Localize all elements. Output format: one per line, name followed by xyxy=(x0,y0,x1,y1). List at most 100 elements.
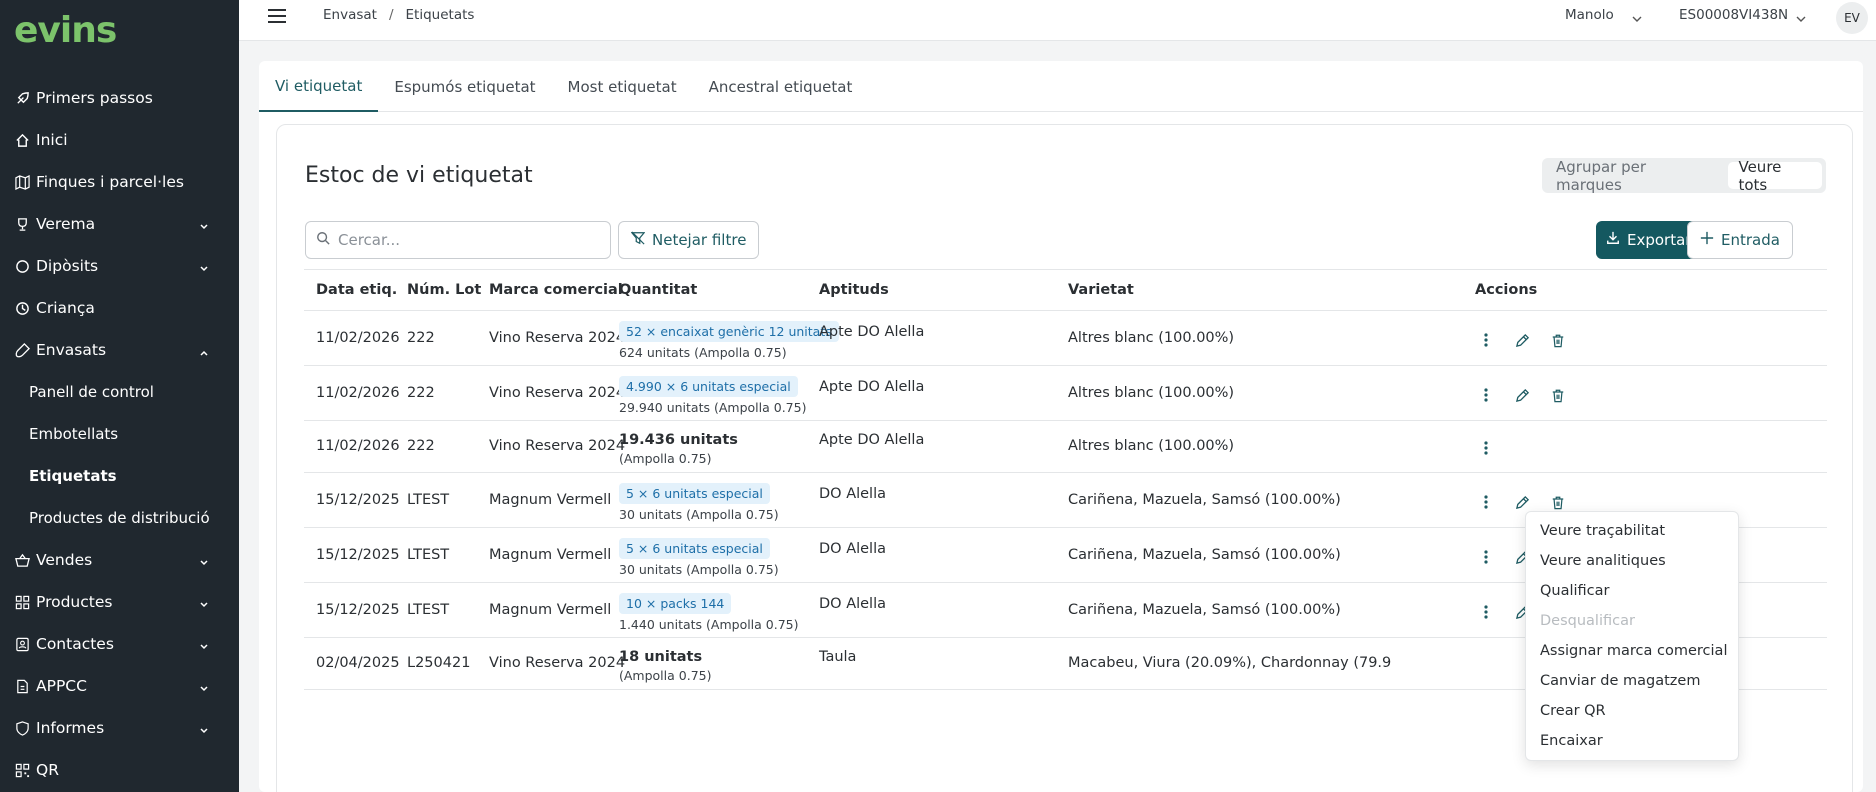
chevron-down-icon xyxy=(199,722,209,740)
menu-icon[interactable] xyxy=(267,7,287,29)
sidebar-item-inici[interactable]: Inici xyxy=(0,119,239,161)
cell-aptitude: Taula xyxy=(819,649,857,665)
evins-logo[interactable]: evins xyxy=(14,10,117,51)
cell-aptitude: Apte DO Alella xyxy=(819,379,925,395)
quantity-units: (Ampolla 0.75) xyxy=(619,451,712,466)
sidebar-subitem-panell[interactable]: Panell de control xyxy=(0,371,239,413)
sidebar-item-diposits[interactable]: Dipòsits xyxy=(0,245,239,287)
search-icon xyxy=(316,231,330,249)
row-actions-menu: Veure traçabilitat Veure analitiques Qua… xyxy=(1525,511,1739,761)
menu-item-create-qr[interactable]: Crear QR xyxy=(1526,696,1738,726)
sidebar-item-envasats[interactable]: Envasats xyxy=(0,329,239,371)
sidebar-subitem-etiquetats[interactable]: Etiquetats xyxy=(0,455,239,497)
delete-icon[interactable] xyxy=(1547,491,1569,513)
company-selector[interactable]: ES00008VI438N xyxy=(1679,7,1788,23)
sidebar-item-qr[interactable]: QR xyxy=(0,749,239,791)
export-button[interactable]: Exportar xyxy=(1596,221,1702,259)
col-aptitudes[interactable]: Aptituds xyxy=(819,282,889,298)
sidebar-item-label: Criança xyxy=(36,299,95,317)
sidebar-item-appcc[interactable]: APPCC xyxy=(0,665,239,707)
export-label: Exportar xyxy=(1627,231,1692,249)
quantity-chip: 4.990 × 6 unitats especial xyxy=(619,376,798,397)
plus-icon xyxy=(1700,231,1714,249)
sidebar-item-label: Verema xyxy=(36,215,96,233)
more-actions-icon[interactable] xyxy=(1475,329,1497,351)
col-brand[interactable]: Marca comercial xyxy=(489,282,623,298)
more-actions-icon[interactable] xyxy=(1475,601,1497,623)
cell-brand: Magnum Vermell xyxy=(489,547,612,563)
tab-vi-etiquetat[interactable]: Vi etiquetat xyxy=(259,61,379,112)
menu-item-change-warehouse[interactable]: Canviar de magatzem xyxy=(1526,666,1738,696)
chevron-down-icon[interactable] xyxy=(1631,10,1643,28)
avatar[interactable]: EV xyxy=(1836,2,1868,34)
table-row[interactable]: 11/02/2026 222 Vino Reserva 2024 52 × encai… xyxy=(304,311,1827,366)
delete-icon[interactable] xyxy=(1547,329,1569,351)
cell-quantity: 5 × 6 unitats especial 30 unitats (Ampoll… xyxy=(619,538,779,577)
sidebar-item-primers-passos[interactable]: Primers passos xyxy=(0,77,239,119)
add-entry-button[interactable]: Entrada xyxy=(1687,221,1793,259)
sidebar-item-vendes[interactable]: Vendes xyxy=(0,539,239,581)
more-actions-icon[interactable] xyxy=(1475,437,1497,459)
edit-icon[interactable] xyxy=(1511,491,1533,513)
sidebar-item-finques[interactable]: Finques i parcel·les xyxy=(0,161,239,203)
chevron-down-icon[interactable] xyxy=(1795,10,1807,28)
delete-icon[interactable] xyxy=(1547,384,1569,406)
view-all-button[interactable]: Veure tots xyxy=(1728,158,1822,194)
sidebar-item-label: Inici xyxy=(36,131,68,149)
breadcrumb-envasat[interactable]: Envasat xyxy=(323,7,377,23)
menu-item-box[interactable]: Encaixar xyxy=(1526,726,1738,756)
menu-item-analytics[interactable]: Veure analitiques xyxy=(1526,546,1738,576)
search-input[interactable] xyxy=(338,231,588,249)
tab-espumos-etiquetat[interactable]: Espumós etiquetat xyxy=(378,61,551,112)
sidebar-subitem-productes-distribucio[interactable]: Productes de distribució xyxy=(0,497,239,539)
grid-icon xyxy=(14,594,30,610)
bottle-icon xyxy=(14,342,30,358)
sidebar-item-label: Productes xyxy=(36,593,113,611)
sidebar-item-verema[interactable]: Verema xyxy=(0,203,239,245)
sidebar-item-label: QR xyxy=(36,761,59,779)
more-actions-icon[interactable] xyxy=(1475,546,1497,568)
col-variety[interactable]: Varietat xyxy=(1068,282,1134,298)
chevron-up-icon xyxy=(199,344,209,362)
cell-variety: Altres blanc (100.00%) xyxy=(1068,330,1235,346)
document-icon xyxy=(14,678,30,694)
col-lot[interactable]: Núm. Lot xyxy=(407,282,481,298)
group-by-brand-button[interactable]: Agrupar per marques xyxy=(1546,158,1720,194)
cell-aptitude: Apte DO Alella xyxy=(819,432,925,448)
tab-most-etiquetat[interactable]: Most etiquetat xyxy=(552,61,693,112)
col-quantity[interactable]: Quantitat xyxy=(619,282,697,298)
chevron-down-icon xyxy=(199,554,209,572)
rocket-icon xyxy=(14,90,30,106)
cell-quantity: 18 unitats (Ampolla 0.75) xyxy=(619,649,711,683)
table-row[interactable]: 11/02/2026 222 Vino Reserva 2024 19.436 uni… xyxy=(304,421,1827,473)
col-date[interactable]: Data etiq. xyxy=(316,282,397,298)
edit-icon[interactable] xyxy=(1511,329,1533,351)
cell-brand: Vino Reserva 2024 xyxy=(489,330,626,346)
menu-item-qualify[interactable]: Qualificar xyxy=(1526,576,1738,606)
search-box xyxy=(305,221,611,259)
basket-icon xyxy=(14,552,30,568)
more-actions-icon[interactable] xyxy=(1475,384,1497,406)
menu-item-traceability[interactable]: Veure traçabilitat xyxy=(1526,516,1738,546)
sidebar-item-informes[interactable]: Informes xyxy=(0,707,239,749)
cell-lot: 222 xyxy=(407,330,435,346)
cell-lot: LTEST xyxy=(407,547,450,563)
view-toggle: Agrupar per marques Veure tots xyxy=(1542,158,1826,194)
tab-ancestral-etiquetat[interactable]: Ancestral etiquetat xyxy=(693,61,869,112)
sidebar-item-label: Envasats xyxy=(36,341,107,359)
sidebar-item-contactes[interactable]: Contactes xyxy=(0,623,239,665)
cell-brand: Magnum Vermell xyxy=(489,602,612,618)
user-selector[interactable]: Manolo xyxy=(1565,7,1614,23)
table-row[interactable]: 11/02/2026 222 Vino Reserva 2024 4.990 × 6 … xyxy=(304,366,1827,421)
edit-icon[interactable] xyxy=(1511,384,1533,406)
cell-lot: 222 xyxy=(407,438,435,454)
sidebar-item-crianca[interactable]: Criança xyxy=(0,287,239,329)
sidebar-subitem-embotellats[interactable]: Embotellats xyxy=(0,413,239,455)
sidebar-item-label: Dipòsits xyxy=(36,257,99,275)
clear-filter-button[interactable]: Netejar filtre xyxy=(618,221,760,259)
more-actions-icon[interactable] xyxy=(1475,491,1497,513)
sidebar-item-productes[interactable]: Productes xyxy=(0,581,239,623)
menu-item-assign-brand[interactable]: Assignar marca comercial xyxy=(1526,636,1738,666)
cell-quantity: 10 × packs 144 1.440 unitats (Ampolla 0.7… xyxy=(619,593,799,632)
chevron-down-icon xyxy=(199,680,209,698)
